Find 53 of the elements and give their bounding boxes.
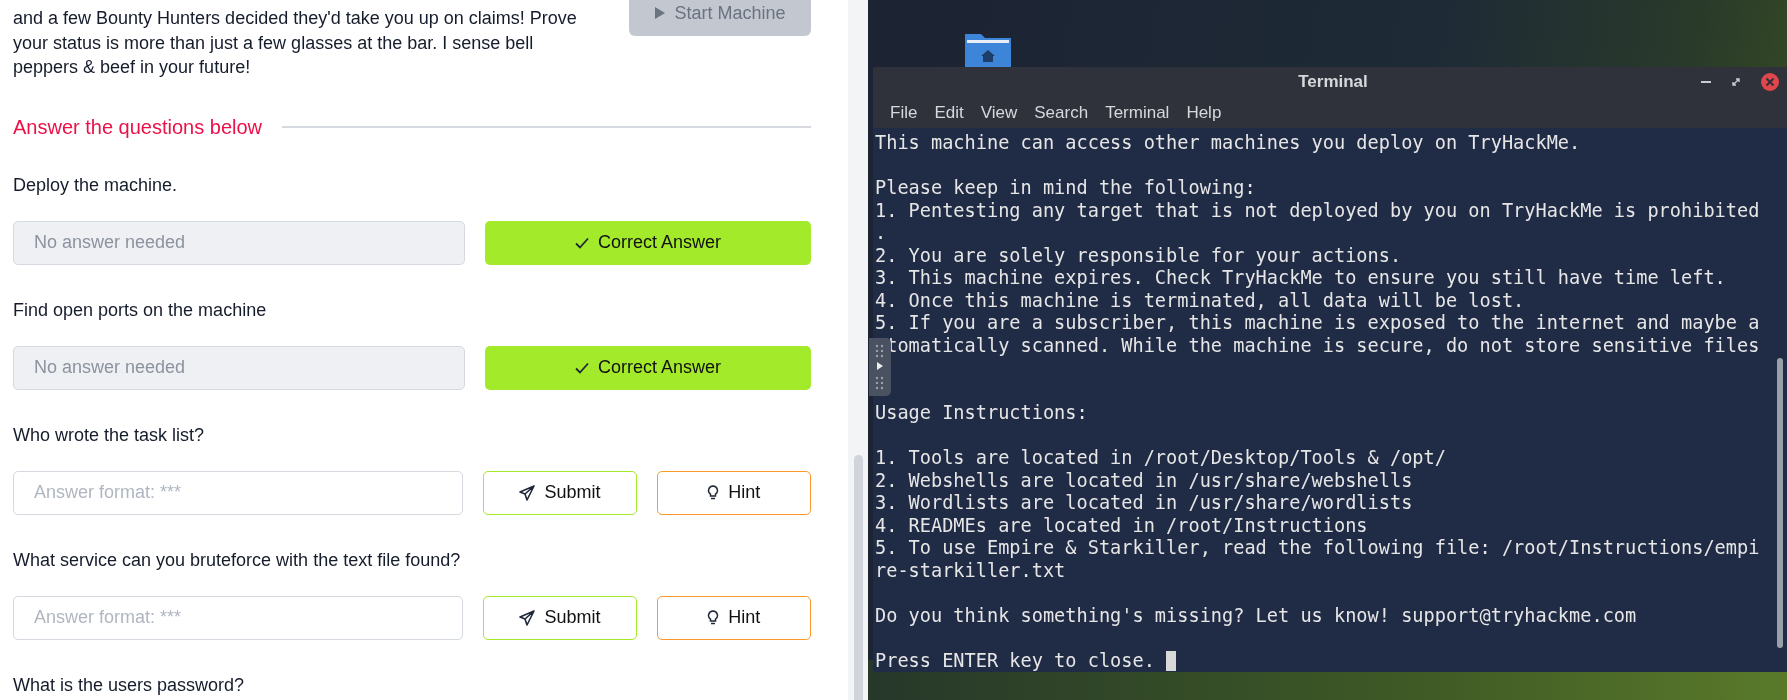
terminal-line: 1. Tools are located in /root/Desktop/Tools & /opt/ bbox=[875, 447, 1446, 470]
lightbulb-icon bbox=[707, 484, 720, 501]
play-icon bbox=[654, 6, 667, 20]
check-icon bbox=[574, 361, 589, 374]
window-title: Terminal bbox=[1298, 72, 1368, 92]
question-text: What is the users password? bbox=[13, 673, 246, 697]
correct-answer-button[interactable]: Correct Answer bbox=[485, 220, 811, 265]
terminal-line: re-starkiller.txt bbox=[875, 559, 1066, 582]
task-description: and a few Bounty Hunters decided they'd take you up on claims! Prove your status is more than just a few glasses at the bar. I sense bell peppers & beef in your future! bbox=[13, 7, 577, 79]
close-icon[interactable] bbox=[1761, 73, 1779, 91]
submit-button[interactable]: Submit bbox=[483, 595, 637, 640]
menu-item[interactable]: Edit bbox=[934, 102, 964, 123]
question-text: Who wrote the task list? bbox=[13, 423, 206, 447]
hint-button[interactable]: Hint bbox=[656, 470, 811, 515]
menu-item[interactable]: View bbox=[980, 102, 1018, 123]
answer-field[interactable]: Answer format: *** bbox=[13, 470, 464, 515]
terminal-line: 4. READMEs are located in /root/Instructions bbox=[875, 514, 1368, 537]
minimize-icon[interactable] bbox=[1701, 80, 1711, 84]
restore-icon[interactable] bbox=[1731, 77, 1741, 87]
terminal-line: 1. Pentesting any target that is not deployed by you on TryHackMe is prohibited bbox=[875, 199, 1760, 222]
drawer-handle[interactable] bbox=[869, 338, 891, 396]
terminal-line: 2. Webshells are located in /usr/share/webshells bbox=[875, 469, 1413, 492]
terminal-line: 5. To use Empire & Starkiller, read the following file: /root/Instructions/empi bbox=[875, 537, 1760, 560]
hint-button[interactable]: Hint bbox=[656, 595, 811, 640]
terminal-line: Press ENTER key to close. bbox=[875, 649, 1155, 671]
terminal-line: 3. Wordlists are located in /usr/share/wordlists bbox=[875, 492, 1413, 515]
terminal-line: Do you think something's missing? Let us know! support@tryhackme.com bbox=[875, 604, 1637, 627]
terminal-line: 4. Once this machine is terminated, all data will be lost. bbox=[875, 289, 1525, 312]
section-heading: Answer the questions below bbox=[13, 115, 263, 139]
terminal-line: 3. This machine expires. Check TryHackMe to ensure you still have time left. bbox=[875, 267, 1726, 290]
menu-item[interactable]: Search bbox=[1034, 102, 1089, 123]
menu-item[interactable]: Terminal bbox=[1105, 102, 1170, 123]
send-icon bbox=[519, 484, 536, 501]
terminal-line: 5. If you are a subscriber, this machine is exposed to the internet and maybe a bbox=[875, 312, 1760, 335]
terminal-line: 2. You are solely responsible for your actions. bbox=[875, 244, 1402, 267]
terminal-line: . bbox=[875, 222, 887, 245]
menu-item[interactable]: Help bbox=[1186, 102, 1222, 123]
terminal-line: tomatically scanned. While the machine is secure, do not store sensitive files bbox=[886, 334, 1760, 357]
answer-field[interactable]: Answer format: *** bbox=[13, 595, 464, 640]
question-text: Find open ports on the machine bbox=[13, 298, 268, 322]
terminal-line: Please keep in mind the following: bbox=[875, 177, 1256, 200]
terminal-line: Usage Instructions: bbox=[875, 402, 1088, 425]
send-icon bbox=[519, 609, 536, 626]
question-text: Deploy the machine. bbox=[13, 173, 179, 197]
menu-item[interactable]: File bbox=[890, 102, 918, 123]
lightbulb-icon bbox=[707, 609, 720, 626]
check-icon bbox=[574, 236, 589, 249]
question-text: What service can you bruteforce with the text file found? bbox=[13, 548, 462, 572]
submit-button[interactable]: Submit bbox=[483, 470, 637, 515]
terminal-line: This machine can access other machines you deploy on TryHackMe. bbox=[875, 132, 1581, 155]
scrollbar-thumb[interactable] bbox=[854, 455, 863, 700]
scrollbar-thumb[interactable] bbox=[1777, 358, 1783, 648]
correct-answer-button[interactable]: Correct Answer bbox=[485, 345, 811, 390]
